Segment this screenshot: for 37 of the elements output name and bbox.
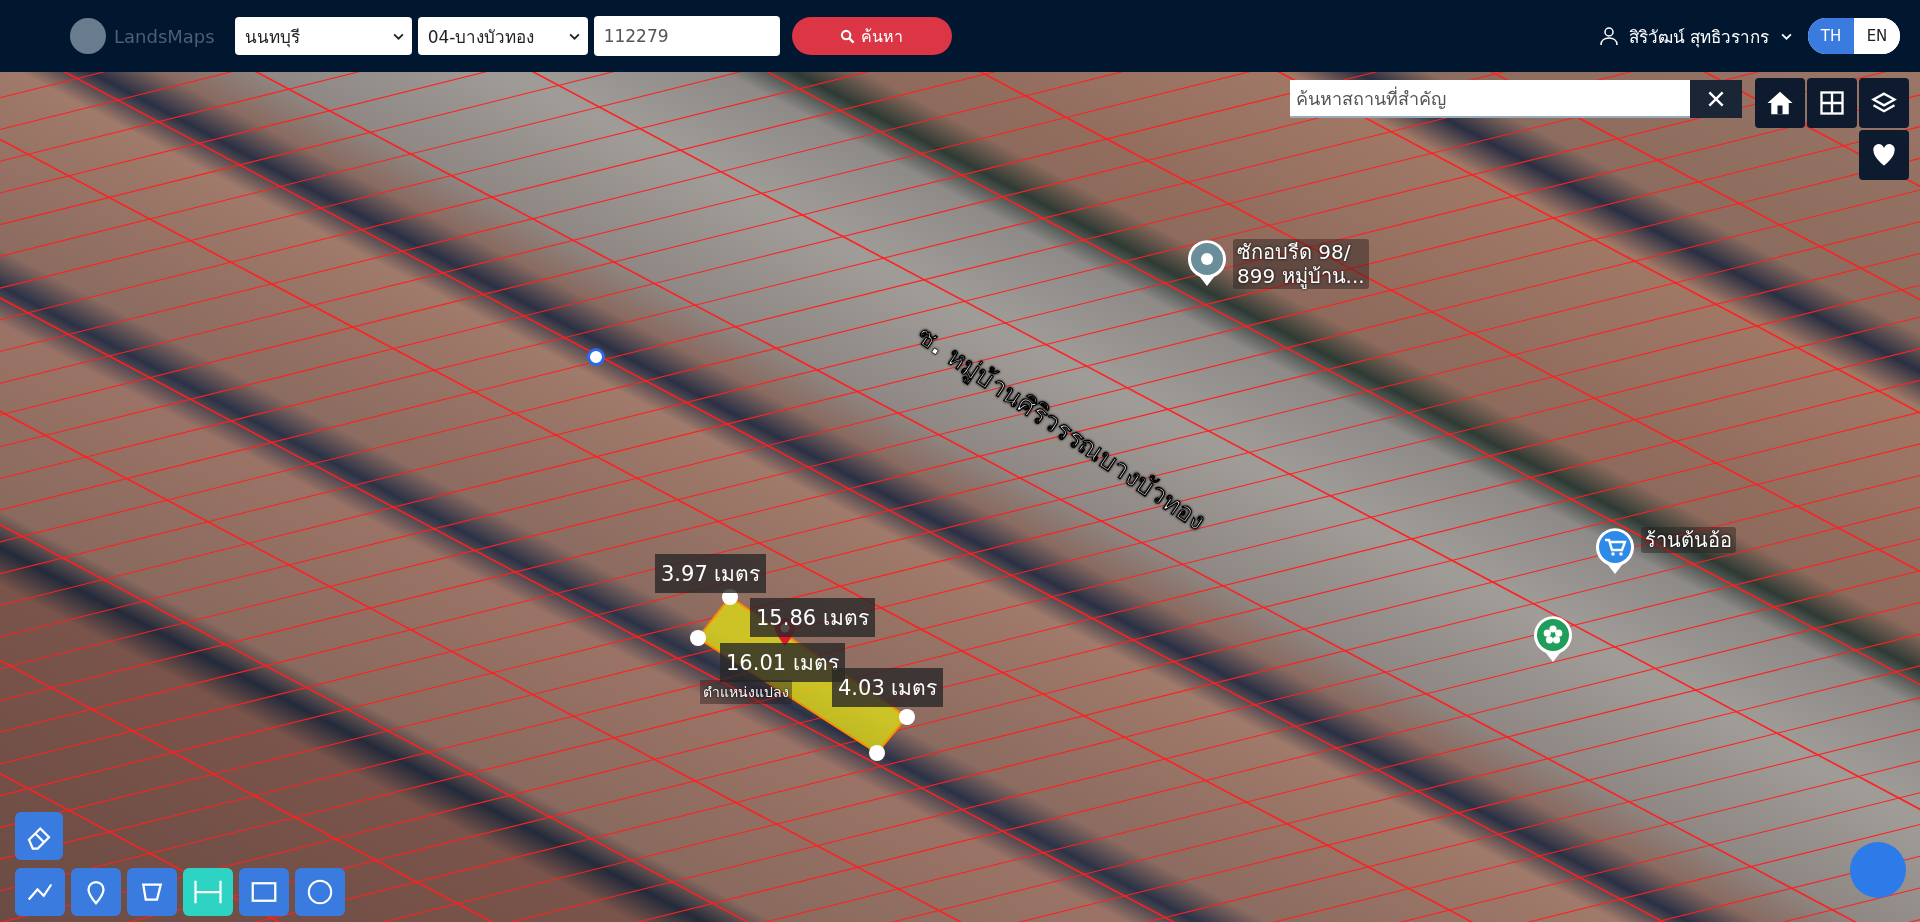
dot-marker-icon[interactable] [1187, 239, 1227, 287]
language-toggle[interactable]: TH [1808, 18, 1854, 54]
cart-marker-icon[interactable] [1595, 527, 1635, 575]
close-button[interactable] [1690, 80, 1742, 118]
close-icon [1708, 91, 1724, 107]
favorite-button[interactable] [1859, 130, 1909, 180]
draw-tool-button[interactable] [127, 868, 177, 916]
chevron-down-icon [1781, 32, 1792, 40]
eraser-button[interactable] [15, 812, 63, 860]
logo-icon [70, 18, 106, 54]
circle-tool-icon [305, 877, 335, 907]
measurement-label: 15.86 เมตร [750, 598, 875, 637]
grid-button[interactable] [1807, 78, 1857, 128]
parcel-location-label: ตำแหน่งแปลง [700, 680, 792, 704]
home-button[interactable] [1755, 78, 1805, 128]
place-label[interactable]: ซักอบรีด 98/ 899 หมู่บ้าน... [1233, 239, 1369, 289]
measurement-label: 3.97 เมตร [655, 554, 767, 593]
draw-tool-button[interactable] [239, 868, 289, 916]
draw-tool-button[interactable] [295, 868, 345, 916]
place-search-field[interactable]: ค้นหาสถานที่สำคัญ [1290, 80, 1690, 118]
measurement-label: 4.03 เมตร [832, 668, 944, 707]
logo-text: LandsMaps [114, 25, 215, 47]
district-select[interactable]: 04-บางบัวทอง [417, 17, 588, 55]
grid-icon [1818, 89, 1846, 117]
layers-button[interactable] [1859, 78, 1909, 128]
draw-tool-button[interactable] [15, 868, 65, 916]
chevron-down-icon [392, 32, 404, 40]
province-select[interactable]: นนทบุรี [234, 17, 412, 55]
draw-tool-button[interactable] [71, 868, 121, 916]
user-icon [1598, 26, 1619, 46]
search-icon [840, 28, 856, 44]
chevron-down-icon [568, 32, 580, 40]
search-button[interactable]: ค้นหา [791, 17, 952, 55]
parcel-number-field[interactable]: 112279 [593, 16, 780, 56]
place-label[interactable]: ร้านต้นอ้อ [1641, 527, 1736, 553]
flower-marker-icon[interactable] [1533, 615, 1573, 663]
user-name-menu[interactable]: สิริวัฒน์ สุทธิวรากร [1628, 22, 1769, 50]
